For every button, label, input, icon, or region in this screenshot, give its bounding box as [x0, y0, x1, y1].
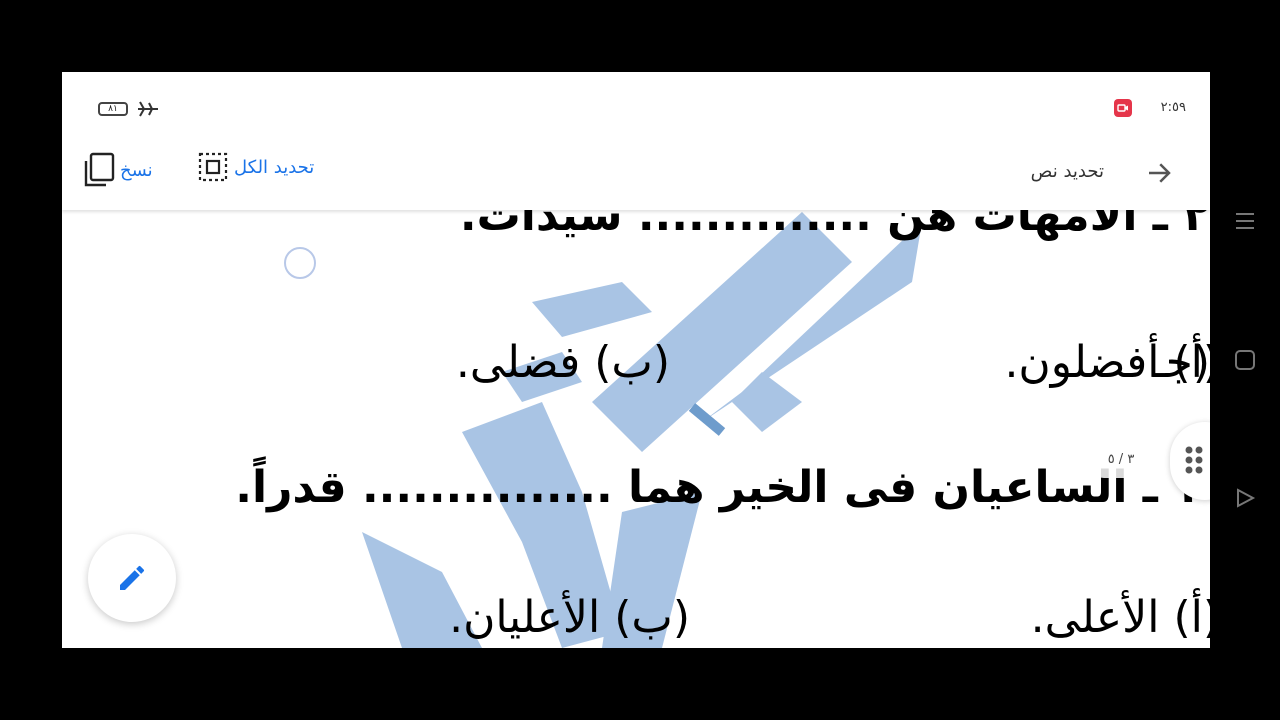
home-icon[interactable]: [1234, 349, 1256, 371]
status-time: ٢:٥٩: [1160, 100, 1186, 115]
question-3-text: ١ ـ الساعيان فى الخير هما ..............…: [235, 462, 1200, 513]
copy-icon: [84, 152, 115, 187]
page-title: تحديد نص: [1030, 161, 1104, 182]
drag-dots-icon: [1185, 446, 1203, 474]
top-toolbar: ٨١ ٢:٥٩ تحديد نص تحديد الكل نسخ: [62, 72, 1210, 210]
back-arrow-icon[interactable]: [1144, 158, 1174, 188]
q3-option-b: (ب) الأعليان.: [449, 592, 690, 643]
back-icon[interactable]: [1234, 487, 1256, 509]
copy-button[interactable]: نسخ: [82, 152, 153, 188]
edit-button[interactable]: [88, 534, 176, 622]
selection-handle[interactable]: [284, 247, 316, 279]
select-all-icon: [198, 152, 228, 182]
pencil-icon: [120, 565, 145, 590]
select-all-label: تحديد الكل: [234, 156, 315, 178]
battery-icon: ٨١: [98, 102, 128, 116]
menu-icon[interactable]: [1234, 210, 1256, 232]
document-viewer: ٢ ـ الأمهات هن .............. سيدات. (أ)…: [62, 72, 1210, 648]
select-all-button[interactable]: تحديد الكل: [198, 152, 314, 182]
airplane-icon: [138, 101, 158, 117]
copy-label: نسخ: [120, 159, 153, 181]
page-indicator: ٣ / ٥: [1086, 442, 1156, 478]
q3-option-a: (أ) الأعلى.: [1030, 592, 1210, 643]
screen-record-icon: [1114, 99, 1132, 117]
q2-option-c: (جـ: [1152, 337, 1210, 388]
